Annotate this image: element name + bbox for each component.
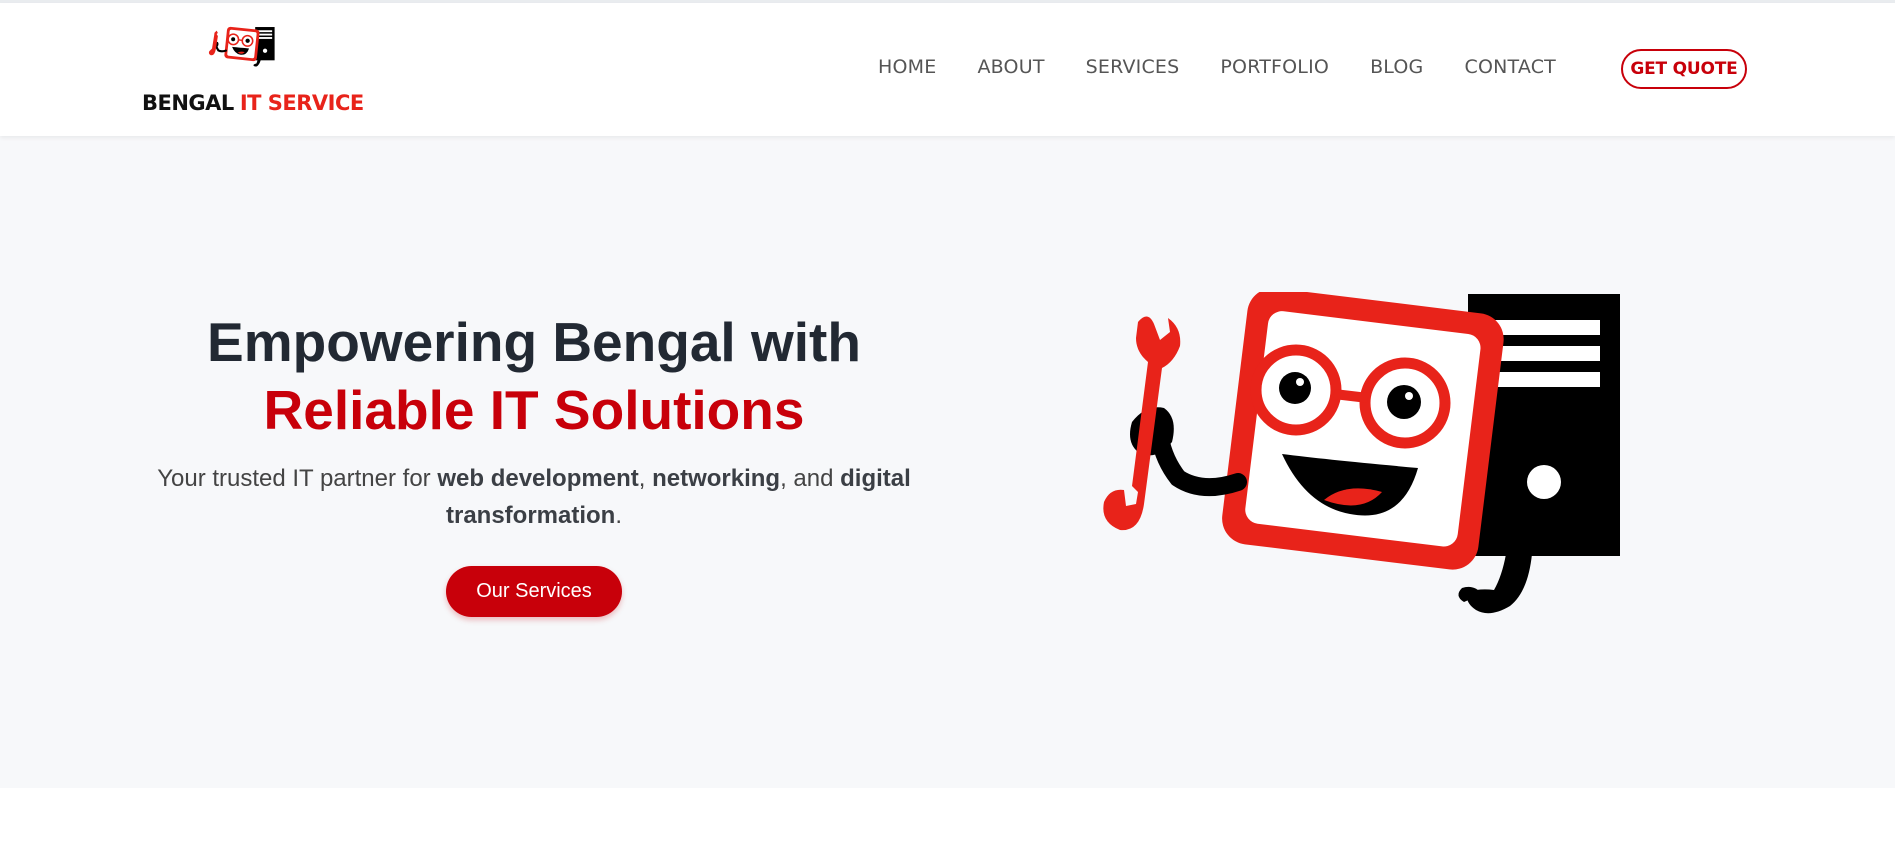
brand-logo[interactable]: BENGAL IT SERVICE: [140, 17, 364, 121]
hero-sub-sep1: ,: [638, 465, 653, 492]
hero-title-line2: Reliable IT Solutions: [263, 379, 805, 441]
our-services-button[interactable]: Our Services: [446, 566, 622, 617]
get-quote-button[interactable]: GET QUOTE: [1621, 49, 1747, 89]
nav-item-contact[interactable]: CONTACT: [1464, 56, 1556, 78]
hero-section: Empowering Bengal with Reliable IT Solut…: [0, 136, 1895, 788]
hero-subtitle: Your trusted IT partner for web developm…: [120, 460, 948, 534]
brand-name-part1: BENGAL: [142, 91, 234, 115]
it-mascot-icon: [208, 26, 275, 67]
hero-content: Empowering Bengal with Reliable IT Solut…: [120, 136, 948, 788]
computer-mascot-with-wrench-icon: [1103, 292, 1620, 614]
hero-sub-networking: networking: [652, 465, 781, 492]
hero-sub-sep2: , and: [780, 465, 841, 492]
hero-sub-prefix: Your trusted IT partner for: [157, 465, 438, 492]
nav-item-services[interactable]: SERVICES: [1086, 56, 1180, 78]
site-header: BENGAL IT SERVICE HOME ABOUT SERVICES POR…: [0, 3, 1895, 136]
nav-item-about[interactable]: ABOUT: [977, 56, 1044, 78]
brand-name: BENGAL IT SERVICE: [142, 91, 364, 115]
nav-item-blog[interactable]: BLOG: [1370, 56, 1423, 78]
hero-sub-suffix: .: [615, 502, 623, 529]
hero-sub-web-development: web development: [437, 465, 639, 492]
nav-item-portfolio[interactable]: PORTFOLIO: [1220, 56, 1329, 78]
hero-title: Empowering Bengal with Reliable IT Solut…: [120, 308, 948, 444]
brand-name-part2: IT SERVICE: [239, 91, 364, 115]
hero-title-line1: Empowering Bengal with: [207, 311, 861, 373]
nav-item-home[interactable]: HOME: [878, 56, 936, 78]
main-nav: HOME ABOUT SERVICES PORTFOLIO BLOG CONTA…: [878, 56, 1597, 86]
